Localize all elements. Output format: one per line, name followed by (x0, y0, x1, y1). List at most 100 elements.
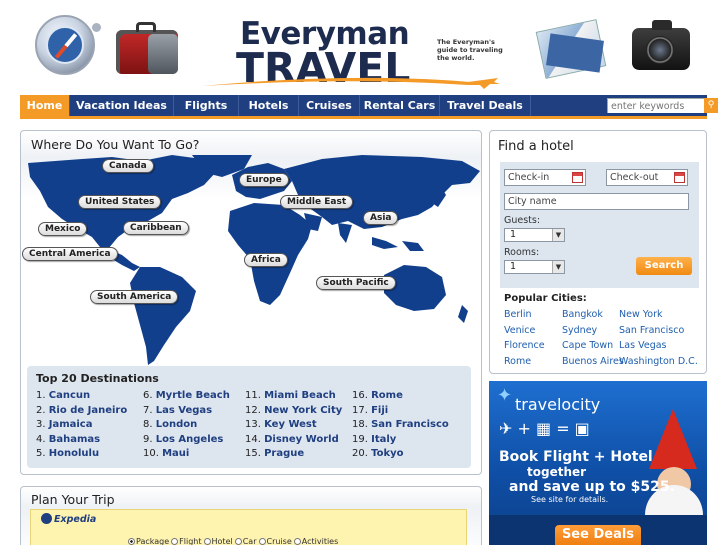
radio-button[interactable] (234, 538, 242, 545)
popular-city-link[interactable]: San Francisco (619, 325, 684, 336)
rooms-select[interactable]: 1 ▼ (504, 260, 565, 274)
nav-cruises[interactable]: Cruises (299, 95, 360, 116)
destination-item[interactable]: 4. Bahamas (36, 434, 100, 445)
region-south-pacific[interactable]: South Pacific (316, 276, 396, 290)
trip-type-flight[interactable]: Flight (171, 537, 202, 545)
destination-item[interactable]: 20. Tokyo (352, 448, 404, 459)
region-europe[interactable]: Europe (239, 173, 289, 187)
destination-item[interactable]: 13. Key West (245, 419, 317, 430)
destination-item[interactable]: 17. Fiji (352, 405, 388, 416)
popular-city-link[interactable]: New York (619, 309, 663, 320)
destination-item[interactable]: 15. Prague (245, 448, 304, 459)
destination-item[interactable]: 9. Los Angeles (143, 434, 223, 445)
region-mexico[interactable]: Mexico (38, 222, 88, 236)
search-button[interactable]: ⚲ (704, 98, 718, 113)
destination-item[interactable]: 11. Miami Beach (245, 390, 336, 401)
checkin-field[interactable]: Check-in (504, 169, 586, 186)
destination-item[interactable]: 6. Myrtle Beach (143, 390, 230, 401)
trip-type-cruise[interactable]: Cruise (258, 537, 292, 545)
trip-type-activities[interactable]: Activities (293, 537, 339, 545)
destination-link[interactable]: Miami Beach (264, 390, 336, 401)
radio-button[interactable] (128, 538, 135, 545)
calendar-icon[interactable] (572, 172, 583, 183)
checkout-field[interactable]: Check-out (606, 169, 688, 186)
luggage-small-icon (148, 34, 178, 74)
destination-link[interactable]: Tokyo (371, 448, 403, 459)
destination-link[interactable]: Honolulu (49, 448, 99, 459)
destination-link[interactable]: Rio de Janeiro (49, 405, 128, 416)
popular-city-link[interactable]: Las Vegas (619, 340, 667, 351)
radio-button[interactable] (203, 538, 211, 545)
destination-link[interactable]: London (156, 419, 198, 430)
popular-city-link[interactable]: Rome (504, 356, 531, 367)
search-input[interactable] (608, 100, 704, 113)
destination-link[interactable]: Cancun (49, 390, 90, 401)
region-asia[interactable]: Asia (363, 211, 399, 225)
nav-hotels[interactable]: Hotels (239, 95, 299, 116)
radio-button[interactable] (258, 538, 266, 545)
popular-city-link[interactable]: Florence (504, 340, 545, 351)
destination-link[interactable]: Maui (162, 448, 189, 459)
popular-city-link[interactable]: Washington D.C. (619, 356, 698, 367)
destination-item[interactable]: 16. Rome (352, 390, 403, 401)
popular-city-link[interactable]: Venice (504, 325, 535, 336)
trip-type-hotel[interactable]: Hotel (203, 537, 233, 545)
trip-type-car[interactable]: Car (234, 537, 257, 545)
region-canada[interactable]: Canada (102, 159, 154, 173)
destination-link[interactable]: Prague (264, 448, 304, 459)
region-united-states[interactable]: United States (78, 195, 162, 209)
city-name-field[interactable]: City name (504, 193, 689, 210)
trip-type-package[interactable]: Package (128, 537, 169, 545)
destination-link[interactable]: Disney World (264, 434, 339, 445)
destination-item[interactable]: 14. Disney World (245, 434, 339, 445)
destination-link[interactable]: Las Vegas (156, 405, 212, 416)
popular-city-link[interactable]: Bangkok (562, 309, 603, 320)
destination-link[interactable]: Key West (264, 419, 317, 430)
region-south-america[interactable]: South America (90, 290, 179, 304)
destination-link[interactable]: Fiji (371, 405, 388, 416)
destination-item[interactable]: 10. Maui (143, 448, 189, 459)
trip-type-label: Cruise (266, 537, 292, 545)
destination-item[interactable]: 5. Honolulu (36, 448, 99, 459)
calendar-icon[interactable] (674, 172, 685, 183)
globe-icon (41, 513, 52, 524)
destination-item[interactable]: 19. Italy (352, 434, 396, 445)
destination-link[interactable]: Italy (371, 434, 396, 445)
destination-link[interactable]: Myrtle Beach (156, 390, 230, 401)
see-deals-button[interactable]: See Deals (555, 525, 641, 545)
destination-item[interactable]: 7. Las Vegas (143, 405, 212, 416)
travelocity-ad[interactable]: ✦ travelocity ✈ + ▦ = ▣ Book Flight + Ho… (489, 381, 707, 545)
guests-select[interactable]: 1 ▼ (504, 228, 565, 242)
trip-type-label: Activities (301, 537, 339, 545)
destination-item[interactable]: 8. London (143, 419, 197, 430)
region-middle-east[interactable]: Middle East (280, 195, 354, 209)
popular-city-link[interactable]: Cape Town (562, 340, 613, 351)
destination-link[interactable]: Bahamas (49, 434, 100, 445)
destination-item[interactable]: 12. New York City (245, 405, 342, 416)
chevron-down-icon: ▼ (552, 229, 564, 241)
nav-flights[interactable]: Flights (174, 95, 239, 116)
destination-link[interactable]: Rome (371, 390, 403, 401)
destination-link[interactable]: Jamaica (49, 419, 93, 430)
destination-item[interactable]: 1. Cancun (36, 390, 90, 401)
nav-home[interactable]: Home (20, 95, 70, 116)
nav-vacation-ideas[interactable]: Vacation Ideas (70, 95, 174, 116)
popular-city-link[interactable]: Sydney (562, 325, 597, 336)
destination-link[interactable]: San Francisco (371, 419, 449, 430)
destination-item[interactable]: 18. San Francisco (352, 419, 449, 430)
hotel-search-button[interactable]: Search (636, 257, 692, 275)
radio-button[interactable] (293, 538, 301, 545)
popular-city-link[interactable]: Berlin (504, 309, 532, 320)
destination-link[interactable]: Los Angeles (156, 434, 224, 445)
destination-item[interactable]: 3. Jamaica (36, 419, 92, 430)
nav-rental-cars[interactable]: Rental Cars (360, 95, 440, 116)
region-caribbean[interactable]: Caribbean (123, 221, 189, 235)
destination-item[interactable]: 2. Rio de Janeiro (36, 405, 127, 416)
popular-city-link[interactable]: Buenos Aires (562, 356, 624, 367)
region-africa[interactable]: Africa (244, 253, 288, 267)
top-destinations-title: Top 20 Destinations (36, 372, 159, 385)
region-central-america[interactable]: Central America (22, 247, 118, 261)
radio-button[interactable] (171, 538, 179, 545)
nav-travel-deals[interactable]: Travel Deals (440, 95, 531, 116)
destination-link[interactable]: New York City (264, 405, 342, 416)
